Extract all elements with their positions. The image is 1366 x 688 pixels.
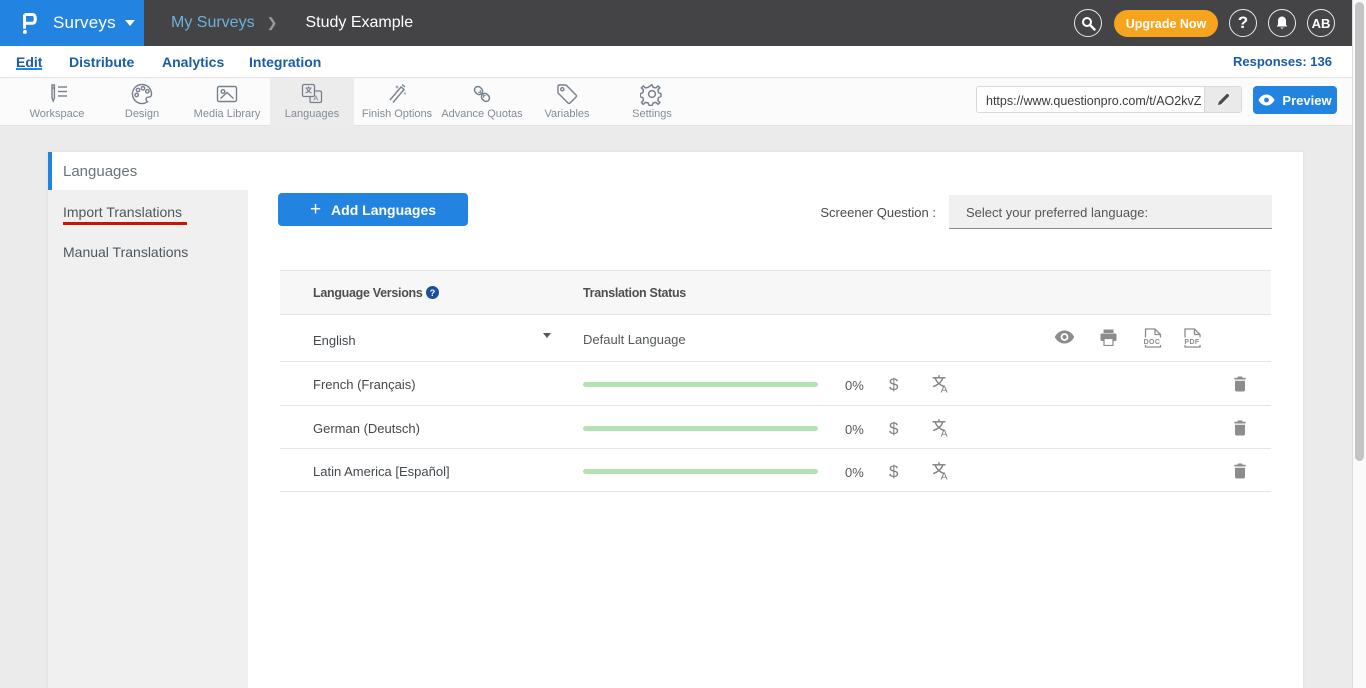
svg-text:A: A bbox=[941, 427, 948, 438]
svg-text:PDF: PDF bbox=[1184, 339, 1200, 346]
svg-text:A: A bbox=[941, 470, 948, 481]
svg-text:A: A bbox=[313, 93, 318, 102]
svg-text:A: A bbox=[941, 383, 948, 394]
svg-text:?: ? bbox=[430, 288, 436, 298]
svg-text:DOC: DOC bbox=[1144, 339, 1161, 346]
